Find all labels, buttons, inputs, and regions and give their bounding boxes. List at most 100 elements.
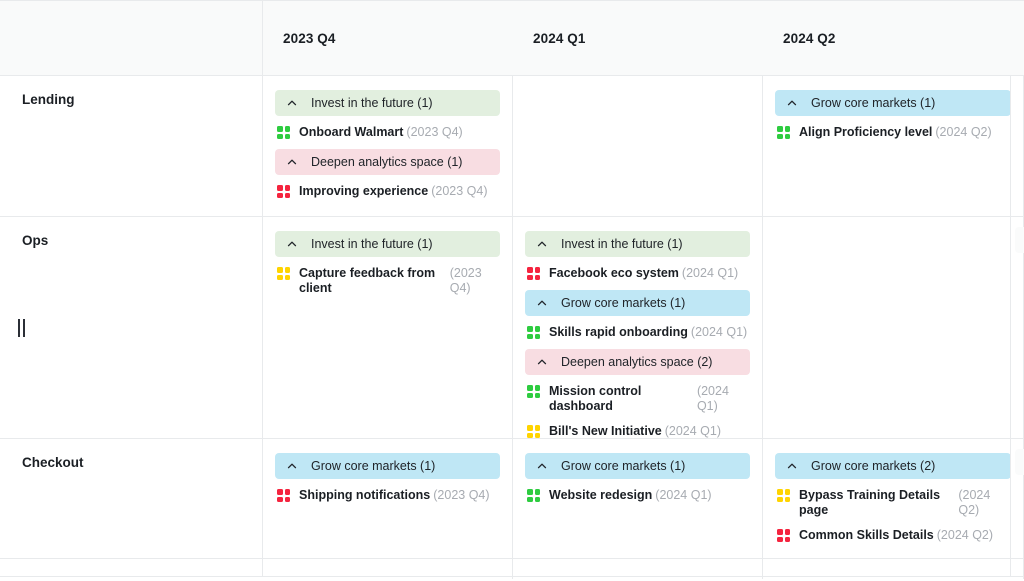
board-header-row: 2023 Q4 2024 Q1 2024 Q2 [0, 0, 1024, 76]
list-item[interactable]: Capture feedback from client (2023 Q4) [275, 261, 500, 301]
chevron-up-icon[interactable] [285, 96, 299, 110]
group-title: Grow core markets (1) [311, 459, 436, 473]
group-pill-deepen-analytics-space[interactable]: Deepen analytics space (1) [275, 149, 500, 175]
list-item[interactable]: Mission control dashboard (2024 Q1) [525, 379, 750, 419]
table-row: Lending Invest in the future (1) Onboard… [0, 76, 1024, 217]
cell-next-2024-q2[interactable] [763, 559, 1024, 579]
cell-lending-2024-q1[interactable] [513, 76, 763, 216]
group-pill-grow-core-markets[interactable]: Grow core markets (1) [775, 90, 1011, 116]
group-grow-core-markets: Grow core markets (1) Skills rapid onboa… [525, 290, 750, 345]
cell-ops-2024-q2[interactable] [763, 217, 1024, 438]
status-grid-icon [527, 425, 540, 438]
group-pill-grow-core-markets[interactable]: Grow core markets (2) [775, 453, 1011, 479]
group-grow-core-markets: Grow core markets (1) Website redesign (… [525, 453, 750, 508]
list-item[interactable]: Facebook eco system (2024 Q1) [525, 261, 750, 286]
chevron-up-icon[interactable] [535, 355, 549, 369]
group-grow-core-markets: Grow core markets (1) Shipping notificat… [275, 453, 500, 508]
cell-ops-2023-q4[interactable]: Invest in the future (1) Capture feedbac… [263, 217, 513, 438]
cell-lending-2024-q2[interactable]: Grow core markets (1) Align Proficiency … [763, 76, 1024, 216]
row-drag-handle[interactable] [18, 318, 25, 337]
cell-ops-2024-q1[interactable]: Invest in the future (1) Facebook eco sy… [513, 217, 763, 438]
group-title: Deepen analytics space (1) [311, 155, 463, 169]
item-quarter: (2024 Q1) [681, 266, 739, 280]
group-pill-invest-in-the-future[interactable]: Invest in the future (1) [275, 90, 500, 116]
table-row: Ops Invest in the future (1) Capture fee… [0, 217, 1024, 439]
item-quarter: (2023 Q4) [449, 266, 482, 295]
item-quarter: (2023 Q4) [433, 488, 490, 502]
group-deepen-analytics-space: Deepen analytics space (1) Improving exp… [275, 149, 500, 204]
group-deepen-analytics-space: Deepen analytics space (2) Mission contr… [525, 349, 750, 438]
item-quarter: (2024 Q2) [935, 125, 992, 139]
group-title: Invest in the future (1) [561, 237, 683, 251]
cell-checkout-2024-q1[interactable]: Grow core markets (1) Website redesign (… [513, 439, 763, 558]
group-pill-invest-in-the-future[interactable]: Invest in the future (1) [275, 231, 500, 257]
chevron-up-icon[interactable] [285, 459, 299, 473]
cell-checkout-2024-q2[interactable]: Grow core markets (2) Bypass Training De… [763, 439, 1024, 558]
group-title: Grow core markets (1) [561, 459, 686, 473]
group-pill-grow-core-markets[interactable]: Grow core markets (1) [525, 453, 750, 479]
status-grid-icon [527, 489, 540, 502]
board-body: Lending Invest in the future (1) Onboard… [0, 76, 1024, 579]
item-name: Align Proficiency level [799, 125, 933, 139]
row-label-checkout[interactable]: Checkout [0, 439, 263, 558]
cell-next-2023-q4[interactable] [263, 559, 513, 579]
status-grid-icon [527, 385, 540, 398]
row-label-next[interactable] [0, 559, 263, 576]
table-row: Checkout Grow core markets (1) Shipping … [0, 439, 1024, 559]
chevron-up-icon[interactable] [285, 237, 299, 251]
cell-lending-2023-q4[interactable]: Invest in the future (1) Onboard Walmart… [263, 76, 513, 216]
item-name: Skills rapid onboarding [549, 325, 688, 339]
header-cell-2023-q4[interactable]: 2023 Q4 [263, 1, 513, 75]
row-label-ops[interactable]: Ops [0, 217, 263, 438]
list-item[interactable]: Bill's New Initiative (2024 Q1) [525, 419, 750, 438]
status-grid-icon [277, 489, 290, 502]
item-quarter: (2024 Q1) [690, 325, 748, 339]
item-name: Bypass Training Details page [799, 488, 941, 517]
item-quarter: (2024 Q2) [958, 488, 991, 517]
list-item[interactable]: Shipping notifications (2023 Q4) [275, 483, 500, 508]
item-name: Mission control dashboard [549, 384, 642, 413]
group-title: Invest in the future (1) [311, 237, 433, 251]
list-item[interactable]: Bypass Training Details page (2024 Q2) [775, 483, 1011, 523]
status-grid-icon [277, 126, 290, 139]
list-item[interactable]: Common Skills Details (2024 Q2) [775, 523, 1011, 548]
header-cell-2024-q1[interactable]: 2024 Q1 [513, 1, 763, 75]
item-name: Bill's New Initiative [549, 424, 662, 438]
table-row-partial [0, 559, 1024, 579]
group-title: Deepen analytics space (2) [561, 355, 713, 369]
chevron-up-icon[interactable] [535, 296, 549, 310]
status-grid-icon [777, 126, 790, 139]
chevron-up-icon[interactable] [535, 237, 549, 251]
cell-checkout-2023-q4[interactable]: Grow core markets (1) Shipping notificat… [263, 439, 513, 558]
roadmap-board: 2023 Q4 2024 Q1 2024 Q2 Lending Invest i… [0, 0, 1024, 581]
list-item[interactable]: Onboard Walmart (2023 Q4) [275, 120, 500, 145]
row-label-lending[interactable]: Lending [0, 76, 263, 216]
list-item[interactable]: Improving experience (2023 Q4) [275, 179, 500, 204]
cell-next-2024-q1[interactable] [513, 559, 763, 579]
header-cell-row-label [0, 1, 263, 75]
chevron-up-icon[interactable] [285, 155, 299, 169]
status-grid-icon [777, 529, 790, 542]
header-cell-2024-q2[interactable]: 2024 Q2 [763, 1, 1024, 75]
group-invest-in-the-future: Invest in the future (1) Capture feedbac… [275, 231, 500, 301]
status-grid-icon [527, 326, 540, 339]
group-pill-invest-in-the-future[interactable]: Invest in the future (1) [525, 231, 750, 257]
list-item[interactable]: Skills rapid onboarding (2024 Q1) [525, 320, 750, 345]
group-pill-grow-core-markets[interactable]: Grow core markets (1) [525, 290, 750, 316]
group-grow-core-markets: Grow core markets (1) Align Proficiency … [775, 90, 1011, 145]
item-quarter: (2024 Q2) [936, 528, 994, 542]
item-name: Onboard Walmart [299, 125, 404, 139]
chevron-up-icon[interactable] [785, 96, 799, 110]
group-pill-deepen-analytics-space[interactable]: Deepen analytics space (2) [525, 349, 750, 375]
list-item[interactable]: Website redesign (2024 Q1) [525, 483, 750, 508]
group-title: Grow core markets (2) [811, 459, 936, 473]
group-pill-grow-core-markets[interactable]: Grow core markets (1) [275, 453, 500, 479]
group-grow-core-markets: Grow core markets (2) Bypass Training De… [775, 453, 1011, 548]
chevron-up-icon[interactable] [785, 459, 799, 473]
list-item[interactable]: Align Proficiency level (2024 Q2) [775, 120, 1011, 145]
status-grid-icon [277, 267, 290, 280]
status-grid-icon [777, 489, 790, 502]
chevron-up-icon[interactable] [535, 459, 549, 473]
group-title: Grow core markets (1) [561, 296, 686, 310]
status-grid-icon [527, 267, 540, 280]
